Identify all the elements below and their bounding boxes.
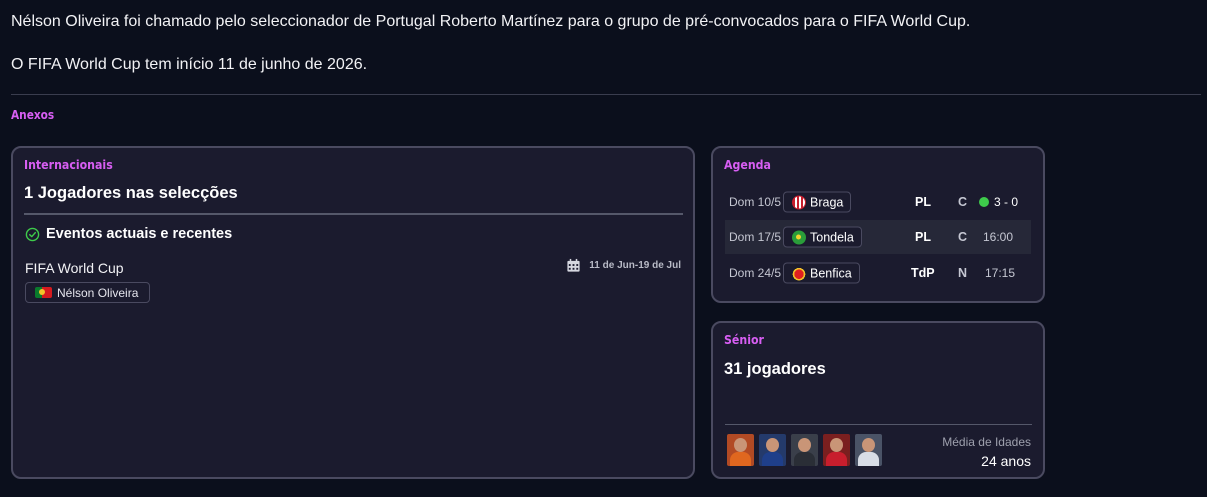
player-avatar-icon[interactable]: [823, 434, 850, 466]
competition: TdP: [911, 266, 935, 280]
divider: [11, 94, 1201, 95]
player-chip[interactable]: Nélson Oliveira: [25, 282, 150, 303]
internacionais-heading: 1 Jogadores nas selecções: [24, 184, 238, 202]
calendar-icon: [567, 258, 580, 272]
internacionais-title[interactable]: Internacionais: [24, 157, 113, 172]
kickoff-time: 17:15: [985, 266, 1016, 280]
competition: PL: [915, 230, 931, 244]
match-date: Dom 10/5: [729, 195, 782, 209]
events-heading-label: Eventos actuais e recentes: [46, 226, 233, 242]
divider: [725, 424, 1032, 425]
agenda-title[interactable]: Agenda: [724, 157, 771, 172]
agenda-row[interactable]: Dom 10/5 Braga PL C 3 - 0: [725, 185, 1031, 219]
venue: C: [958, 195, 968, 209]
agenda-row[interactable]: Dom 17/5 Tondela PL C 16:00: [725, 220, 1031, 254]
message-paragraph-2: O FIFA World Cup tem início 11 de junho …: [11, 56, 368, 73]
divider: [24, 213, 683, 215]
check-circle-icon: [25, 227, 40, 241]
senior-title[interactable]: Sénior: [724, 332, 764, 347]
event-name[interactable]: FIFA World Cup: [25, 260, 124, 276]
avg-age-value: 24 anos: [981, 453, 1031, 469]
senior-heading: 31 jogadores: [724, 360, 826, 378]
venue: C: [958, 230, 968, 244]
team-name: Braga: [810, 195, 844, 209]
event-dates-label: 11 de Jun-19 de Jul: [589, 260, 681, 271]
news-message: Nélson Oliveira foi chamado pelo selecci…: [11, 12, 1201, 98]
tondela-crest-icon: [792, 230, 806, 244]
agenda-card[interactable]: Agenda Dom 10/5 Braga PL C 3 - 0 Dom 17/…: [711, 146, 1045, 303]
portugal-flag-icon: [35, 287, 52, 298]
team-chip[interactable]: Braga: [783, 191, 852, 213]
match-result[interactable]: 3 - 0: [979, 195, 1018, 209]
team-name: Benfica: [810, 266, 852, 280]
player-name: Nélson Oliveira: [57, 285, 139, 300]
team-chip[interactable]: Benfica: [783, 262, 860, 284]
attachments-heading: Anexos: [11, 108, 55, 122]
internacionais-card[interactable]: Internacionais 1 Jogadores nas selecções…: [11, 146, 695, 479]
match-date: Dom 17/5: [729, 230, 782, 244]
player-avatar-icon[interactable]: [759, 434, 786, 466]
braga-crest-icon: [792, 195, 806, 209]
avg-age-label: Média de Idades: [942, 435, 1031, 449]
team-name: Tondela: [810, 230, 854, 244]
agenda-row[interactable]: Dom 24/5 Benfica TdP N 17:15: [725, 256, 1031, 290]
team-chip[interactable]: Tondela: [783, 226, 862, 248]
message-paragraph-1: Nélson Oliveira foi chamado pelo selecci…: [11, 13, 971, 30]
kickoff-time: 16:00: [983, 230, 1014, 244]
benfica-crest-icon: [792, 266, 806, 280]
player-avatar-icon[interactable]: [855, 434, 882, 466]
competition: PL: [915, 195, 931, 209]
match-date: Dom 24/5: [729, 266, 782, 280]
event-dates: 11 de Jun-19 de Jul: [566, 258, 681, 273]
player-avatar-icon[interactable]: [791, 434, 818, 466]
player-avatars: [727, 434, 882, 466]
win-indicator-icon: [979, 197, 989, 207]
senior-card[interactable]: Sénior 31 jogadores Média de Idades 24 a…: [711, 321, 1045, 479]
venue: N: [958, 266, 968, 280]
player-avatar-icon[interactable]: [727, 434, 754, 466]
score: 3 - 0: [994, 195, 1019, 209]
events-heading: Eventos actuais e recentes: [25, 226, 232, 242]
